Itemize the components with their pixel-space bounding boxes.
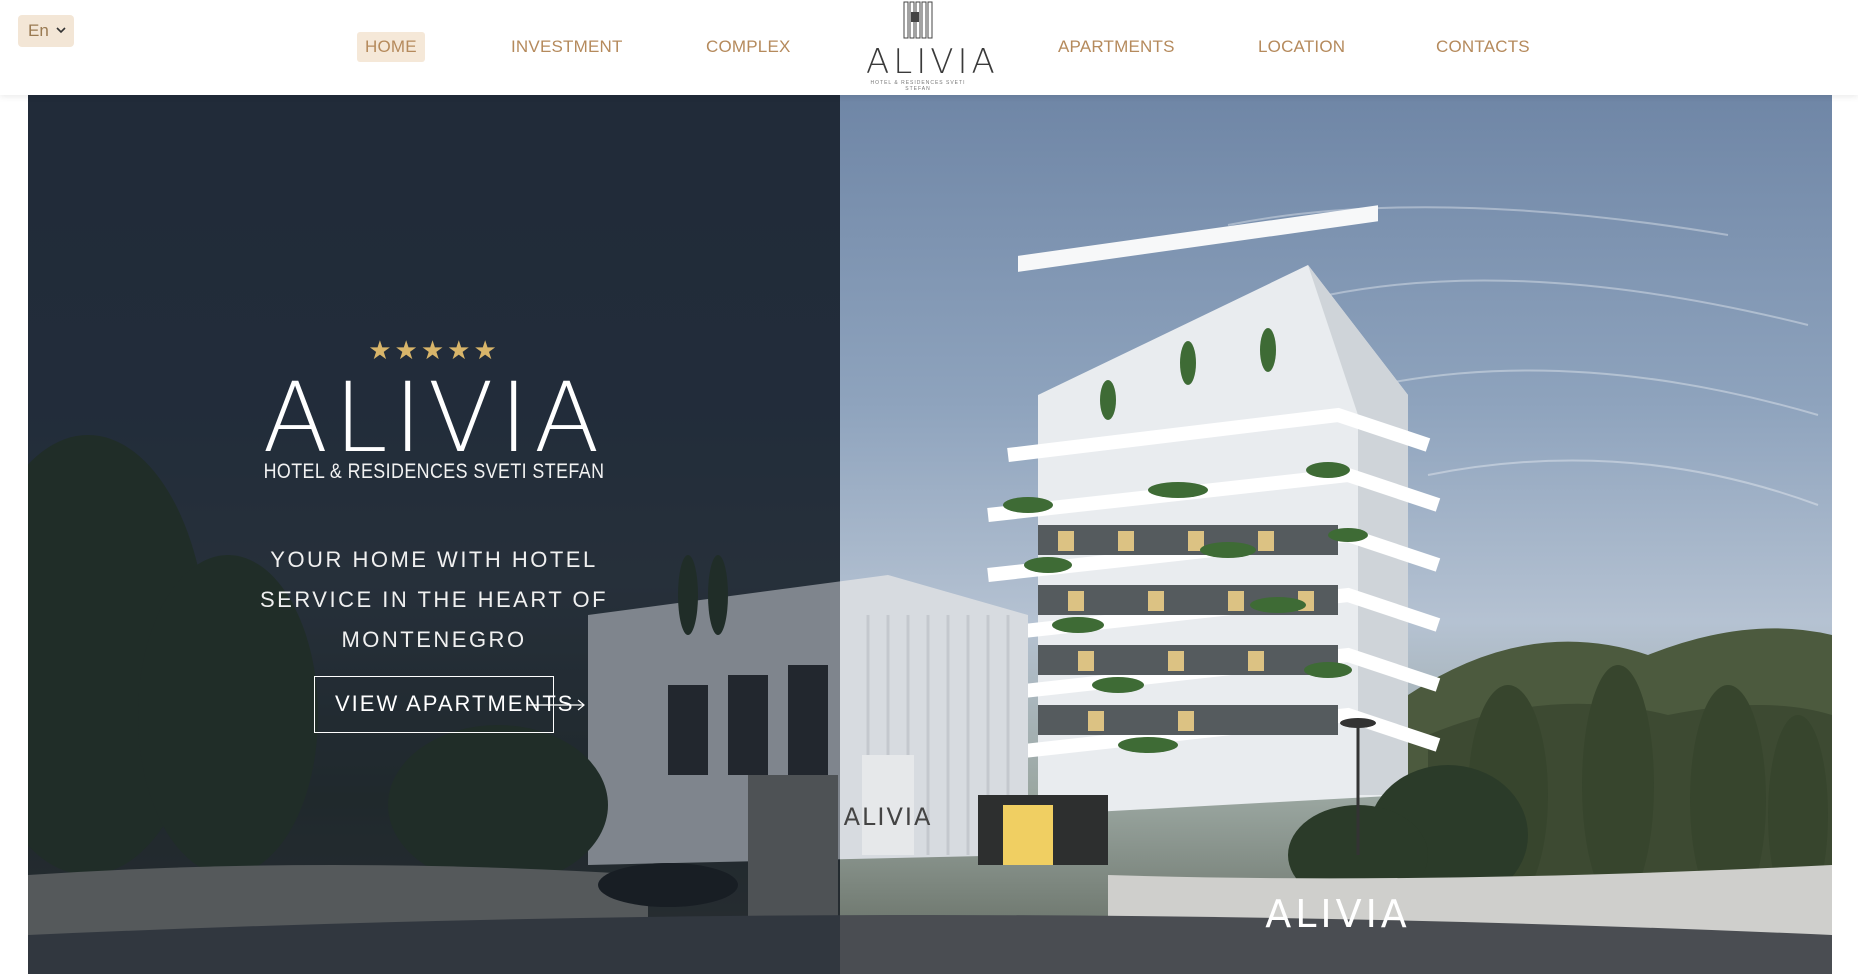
- site-logo[interactable]: ALIVIA HOTEL & RESIDENCES SVETI STEFAN: [866, 0, 999, 92]
- nav-contacts[interactable]: CONTACTS: [1428, 32, 1538, 62]
- site-header: En HOME INVESTMENT COMPLEX ALIVIA HOTEL …: [0, 0, 1858, 95]
- nav-complex[interactable]: COMPLEX: [698, 32, 799, 62]
- language-select-value: En: [28, 21, 49, 40]
- nav-location[interactable]: LOCATION: [1250, 32, 1353, 62]
- logo-wordmark: ALIVIA: [866, 42, 999, 82]
- hero-tagline: YOUR HOME WITH HOTEL SERVICE IN THE HEAR…: [259, 547, 609, 652]
- hero-banner: ALIVIA ALIVIA ★★★★★ ALIVIA HOTEL & RESID…: [28, 95, 1832, 974]
- view-apartments-button[interactable]: VIEW APARTMENTS: [314, 676, 572, 733]
- chevron-down-icon: [56, 27, 66, 34]
- nav-investment[interactable]: INVESTMENT: [503, 32, 631, 62]
- building-sign-text: ALIVIA: [844, 803, 933, 831]
- nav-home[interactable]: HOME: [357, 32, 425, 62]
- logo-tagline: HOTEL & RESIDENCES SVETI STEFAN: [870, 80, 966, 92]
- hero-content: ★★★★★ ALIVIA HOTEL & RESIDENCES SVETI ST…: [28, 95, 840, 974]
- wall-sign-text: ALIVIA: [1265, 892, 1411, 936]
- language-select[interactable]: En: [18, 15, 74, 47]
- nav-apartments[interactable]: APARTMENTS: [1050, 32, 1183, 62]
- arrow-right-icon: [528, 699, 585, 711]
- hero-title: ALIVIA: [262, 362, 606, 474]
- logo-mark-icon: [903, 1, 933, 39]
- hero-subtitle: HOTEL & RESIDENCES SVETI STEFAN: [263, 460, 605, 483]
